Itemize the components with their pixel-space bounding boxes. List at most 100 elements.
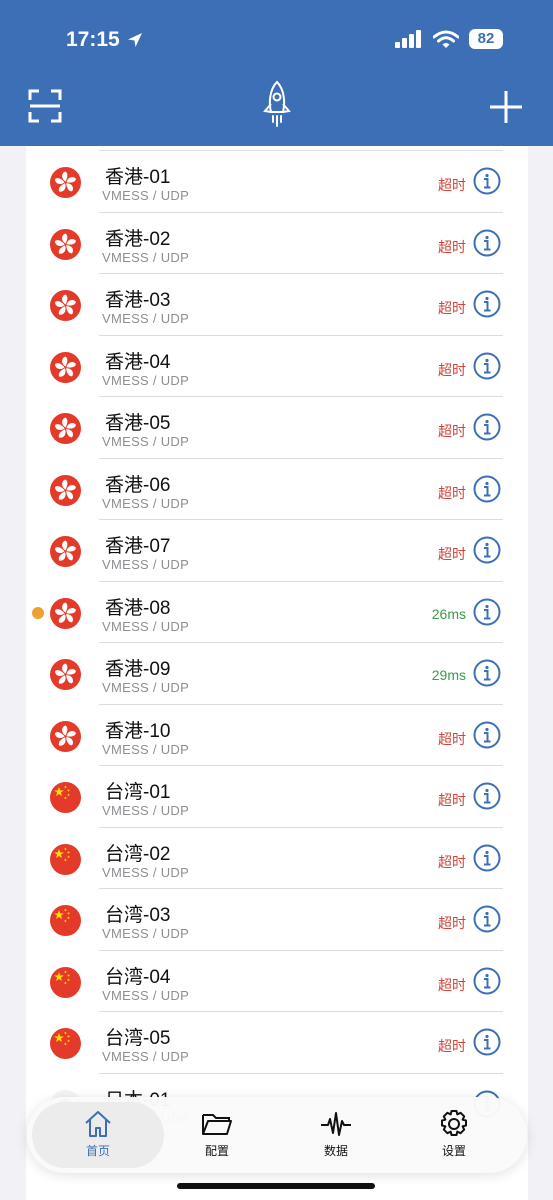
- server-protocol: VMESS / UDP: [102, 188, 190, 203]
- server-row[interactable]: 香港-09 VMESS / UDP 29ms: [26, 642, 528, 704]
- hong-kong-flag-icon: [55, 294, 76, 315]
- server-name: 台湾-02: [105, 843, 171, 865]
- info-icon[interactable]: [473, 229, 501, 257]
- tab-settings[interactable]: 设置: [409, 1109, 499, 1165]
- hong-kong-flag-icon: [55, 356, 76, 377]
- row-separator: [99, 642, 503, 643]
- china-flag-icon: [54, 908, 71, 923]
- row-separator: [99, 1011, 503, 1012]
- info-icon[interactable]: [473, 536, 501, 564]
- info-icon[interactable]: [473, 598, 501, 626]
- pulse-icon: [321, 1112, 351, 1136]
- status-time-text: 17:15: [66, 28, 120, 51]
- latency-status: 超时: [438, 300, 466, 316]
- server-row[interactable]: 台湾-01 VMESS / UDP 超时: [26, 765, 528, 827]
- server-row[interactable]: 香港-06 VMESS / UDP 超时: [26, 457, 528, 520]
- hong-kong-flag-icon: [55, 540, 76, 561]
- server-row[interactable]: 香港-02 VMESS / UDP 超时: [26, 211, 528, 274]
- server-protocol: VMESS / UDP: [102, 618, 190, 634]
- server-name: 香港-02: [105, 228, 171, 250]
- china-flag-icon: [54, 1031, 71, 1046]
- latency-status: 超时: [438, 423, 466, 439]
- latency-status: 超时: [438, 730, 466, 747]
- server-row[interactable]: 台湾-03 VMESS / UDP 超时: [26, 888, 528, 950]
- china-flag-icon: [54, 785, 71, 800]
- server-name: 台湾-05: [105, 1028, 171, 1049]
- flag-badge: [50, 843, 81, 875]
- tab-home[interactable]: 首页: [53, 1109, 143, 1165]
- server-row[interactable]: 香港-07 VMESS / UDP 超时: [26, 519, 528, 581]
- info-icon[interactable]: [473, 352, 501, 380]
- row-separator: [99, 949, 503, 951]
- hong-kong-flag-icon: [55, 663, 76, 684]
- app-header: 17:15 82: [0, 0, 553, 146]
- server-row[interactable]: 台湾-02 VMESS / UDP 超时: [26, 826, 528, 889]
- latency-status: 超时: [438, 853, 466, 870]
- flag-badge: [50, 905, 81, 936]
- server-name: 香港-05: [105, 413, 171, 434]
- info-icon[interactable]: [473, 659, 501, 687]
- tab-data-label: 数据: [323, 1144, 348, 1158]
- china-flag-icon: [54, 846, 71, 862]
- row-separator: [99, 211, 503, 213]
- flag-badge: [50, 597, 81, 629]
- location-arrow-icon: [127, 33, 142, 47]
- server-row[interactable]: 香港-04 VMESS / UDP 超时: [26, 334, 528, 397]
- info-icon[interactable]: [473, 290, 501, 318]
- home-icon: [85, 1111, 111, 1137]
- row-separator: [99, 273, 503, 274]
- server-name: 香港-04: [105, 351, 171, 373]
- plus-icon[interactable]: [489, 90, 523, 124]
- latency-status: 超时: [438, 238, 466, 255]
- tab-home-label: 首页: [85, 1144, 110, 1158]
- hong-kong-flag-icon: [55, 602, 76, 623]
- rocket-icon[interactable]: [259, 80, 295, 130]
- info-icon[interactable]: [473, 413, 501, 441]
- info-icon[interactable]: [473, 782, 501, 810]
- info-icon[interactable]: [473, 721, 501, 749]
- server-protocol: VMESS / UDP: [102, 987, 190, 1003]
- tab-config[interactable]: 配置: [172, 1109, 262, 1165]
- info-icon[interactable]: [473, 1028, 501, 1056]
- signal-icon: [395, 30, 421, 48]
- server-row[interactable]: 香港-08 VMESS / UDP 26ms: [26, 580, 528, 643]
- server-name: 台湾-04: [105, 966, 171, 988]
- info-icon[interactable]: [473, 967, 501, 995]
- info-icon[interactable]: [473, 844, 501, 872]
- server-row[interactable]: 香港-01 VMESS / UDP 超时: [26, 150, 528, 212]
- server-protocol: VMESS / UDP: [102, 434, 190, 449]
- server-row[interactable]: 香港-10 VMESS / UDP 超时: [26, 703, 528, 766]
- flag-badge: [50, 167, 81, 198]
- server-row[interactable]: 香港-05 VMESS / UDP 超时: [26, 396, 528, 458]
- latency-status: 26ms: [431, 605, 466, 622]
- latency-status: 超时: [438, 1038, 466, 1054]
- flag-badge: [50, 782, 81, 813]
- server-protocol: VMESS / UDP: [102, 741, 190, 757]
- server-row[interactable]: 台湾-04 VMESS / UDP 超时: [26, 949, 528, 1012]
- row-separator: [99, 396, 503, 397]
- row-separator: [99, 888, 503, 889]
- battery-level: 82: [469, 29, 503, 49]
- row-separator: [99, 457, 503, 459]
- server-protocol: VMESS / UDP: [102, 372, 190, 388]
- scan-icon[interactable]: [28, 89, 62, 123]
- server-row[interactable]: 香港-03 VMESS / UDP 超时: [26, 273, 528, 335]
- info-icon[interactable]: [473, 905, 501, 933]
- server-row[interactable]: 台湾-05 VMESS / UDP 超时: [26, 1011, 528, 1073]
- row-separator: [99, 519, 503, 520]
- hong-kong-flag-icon: [55, 725, 76, 746]
- info-icon[interactable]: [473, 475, 501, 503]
- tab-data[interactable]: 数据: [291, 1109, 381, 1165]
- server-name: 香港-08: [105, 597, 171, 619]
- flag-badge: [50, 966, 81, 998]
- server-protocol: VMESS / UDP: [102, 311, 190, 326]
- server-protocol: VMESS / UDP: [102, 864, 190, 880]
- row-separator: [99, 150, 503, 151]
- latency-status: 超时: [438, 361, 466, 378]
- flag-badge: [50, 659, 81, 690]
- latency-status: 超时: [438, 484, 466, 501]
- info-icon[interactable]: [473, 167, 501, 195]
- latency-status: 超时: [438, 792, 466, 808]
- flag-badge: [50, 1028, 81, 1059]
- server-name: 香港-06: [105, 474, 171, 496]
